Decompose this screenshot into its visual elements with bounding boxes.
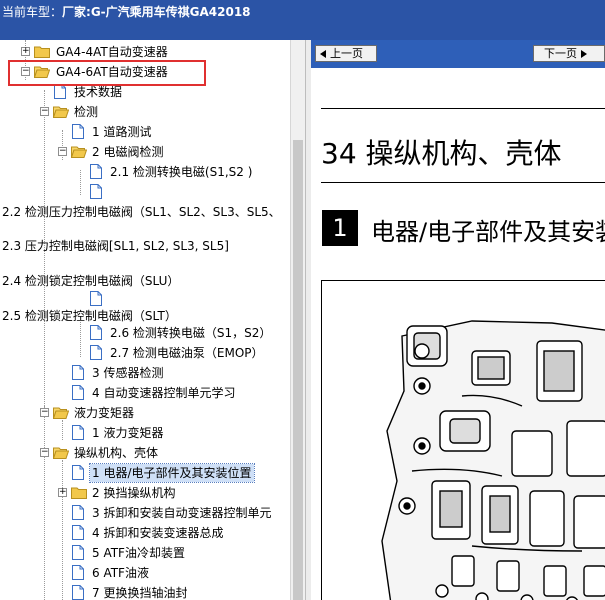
header-rule [321,108,605,109]
arrow-left-icon [320,50,326,58]
expand-icon[interactable]: + [21,47,30,56]
next-page-button[interactable]: 下一页 [533,45,605,62]
tree-node-label: 检测 [74,105,99,119]
document-viewer: 上一页 下一页 34 操纵机构、壳体 1 电器/电子部件及其安装位置 [311,40,605,600]
subsection-title: 电器/电子部件及其安装位置 [371,218,605,246]
tree-node-inspection[interactable]: − 检测 [0,103,290,121]
caption-value: 厂家:G-广汽乘用车传祺GA42018 [62,5,251,19]
tree-node-2-6[interactable]: 2.6 检测转换电磁（S1，S2） [0,324,290,342]
subsection-number: 1 [322,210,358,246]
tree-node-transmission-removal[interactable]: 4 拆卸和安装变速器总成 [0,524,290,542]
tree-node-label: 2.1 检测转换电磁(S1,S2 ) [110,165,253,179]
document-icon [72,545,84,560]
tree-node-blank[interactable] [0,183,290,201]
current-model-caption: 当前车型：厂家:G-广汽乘用车传祺GA42018 [2,3,251,20]
tree-node-label: 2.3 压力控制电磁阀[SL1, SL2, SL3, SL5] [2,239,229,253]
collapse-icon[interactable]: − [40,448,49,457]
tree-node-label: 7 更换换挡轴油封 [92,586,188,600]
document-icon [90,184,102,199]
tree-scrollbar[interactable] [290,40,306,600]
tree-node-solenoid-check[interactable]: − 2 电磁阀检测 [0,143,290,161]
tree-node-label: 2.5 检测锁定控制电磁阀（SLT） [2,309,177,323]
folder-icon [71,487,87,499]
tree-node-sensor-check[interactable]: 3 传感器检测 [0,364,290,382]
document-icon [90,325,102,340]
document-icon [72,465,84,480]
title-bar: 当前车型：厂家:G-广汽乘用车传祺GA42018 [0,0,605,40]
tree-node-label: 2.4 检测锁定控制电磁阀（SLU） [2,274,180,288]
document-icon [72,425,84,440]
tree-node-label: 4 拆卸和安装变速器总成 [92,526,224,540]
tree-node-label: 液力变矩器 [74,406,135,420]
collapse-icon[interactable]: − [58,147,67,156]
tree-node-label: 2.7 检测电磁油泵（EMOP） [110,346,264,360]
folder-icon [34,46,50,58]
open-folder-icon [53,106,69,118]
tree-node-2-5[interactable]: 2.5 检测锁定控制电磁阀（SLT） [0,307,290,325]
document-icon [90,164,102,179]
tree-node-2-3[interactable]: 2.3 压力控制电磁阀[SL1, SL2, SL3, SL5] [0,237,290,255]
tree-node-label: 4 自动变速器控制单元学习 [92,386,236,400]
scrollbar-thumb[interactable] [293,140,303,600]
tree-node-2-4[interactable]: 2.4 检测锁定控制电磁阀（SLU） [0,272,290,290]
open-folder-icon [53,447,69,459]
arrow-right-icon [581,50,587,58]
valve-body-diagram [321,280,605,600]
prev-page-button[interactable]: 上一页 [315,45,377,62]
tree-node-tcu-removal[interactable]: 3 拆卸和安装自动变速器控制单元 [0,504,290,522]
tree-node-ga4-4at[interactable]: + GA4-4AT自动变速器 [0,43,290,61]
tree-node-shift-mechanism[interactable]: + 2 换挡操纵机构 [0,484,290,502]
valve-body-diagram-icon [381,320,605,600]
next-page-label: 下一页 [544,47,577,60]
document-icon [72,585,84,600]
document-icon [72,525,84,540]
tree-node-label: 1 液力变矩器 [92,426,164,440]
navigation-tree: + GA4-4AT自动变速器 − GA4-6AT自动变速器 技术数据 − 检测 … [0,40,290,600]
document-icon [72,124,84,139]
document-icon [72,365,84,380]
tree-node-electrical-parts[interactable]: 1 电器/电子部件及其安装位置 [0,463,290,483]
tree-node-2-2[interactable]: 2.2 检测压力控制电磁阀（SL1、SL2、SL3、SL5、 [0,203,290,221]
collapse-icon[interactable]: − [40,408,49,417]
tree-node-label: 3 拆卸和安装自动变速器控制单元 [92,506,272,520]
document-icon [72,505,84,520]
tree-node-label: GA4-4AT自动变速器 [56,45,168,59]
document-icon [90,291,102,306]
tree-node-atf-cooler[interactable]: 5 ATF油冷却装置 [0,544,290,562]
tree-node-label: 3 传感器检测 [92,366,164,380]
section-rule [321,182,605,183]
tree-node-torque-converter[interactable]: − 液力变矩器 [0,404,290,422]
page-nav-bar: 上一页 下一页 [311,40,605,68]
tree-node-tcu-learning[interactable]: 4 自动变速器控制单元学习 [0,384,290,402]
tree-node-atf-fluid[interactable]: 6 ATF油液 [0,564,290,582]
tree-node-label: 5 ATF油冷却装置 [92,546,185,560]
prev-page-label: 上一页 [330,47,363,60]
tree-node-road-test[interactable]: 1 道路测试 [0,123,290,141]
document-icon [72,385,84,400]
tree-node-blank[interactable] [0,290,290,308]
tree-node-label: 2 电磁阀检测 [92,145,164,159]
tree-node-2-7[interactable]: 2.7 检测电磁油泵（EMOP） [0,344,290,362]
tree-node-label: 6 ATF油液 [92,566,149,580]
document-icon [90,345,102,360]
tree-node-controls-housing[interactable]: − 操纵机构、壳体 [0,444,290,462]
document-icon [54,84,66,99]
tree-node-shaft-seal[interactable]: 7 更换换挡轴油封 [0,584,290,600]
document-icon [72,565,84,580]
tree-node-label-selected: 1 电器/电子部件及其安装位置 [89,463,255,483]
tree-node-label: 2.6 检测转换电磁（S1，S2） [110,326,272,340]
tree-node-torque-converter-doc[interactable]: 1 液力变矩器 [0,424,290,442]
highlight-box [8,60,206,86]
open-folder-icon [53,407,69,419]
open-folder-icon [71,146,87,158]
tree-node-label: 操纵机构、壳体 [74,446,159,460]
expand-icon[interactable]: + [58,488,67,497]
tree-node-label: 1 道路测试 [92,125,152,139]
collapse-icon[interactable]: − [40,107,49,116]
tree-node-label: 2 换挡操纵机构 [92,486,176,500]
section-title: 34 操纵机构、壳体 [321,137,562,170]
tree-node-label: 2.2 检测压力控制电磁阀（SL1、SL2、SL3、SL5、 [2,205,281,219]
caption-label: 当前车型： [2,5,63,19]
tree-node-2-1[interactable]: 2.1 检测转换电磁(S1,S2 ) [0,163,290,181]
